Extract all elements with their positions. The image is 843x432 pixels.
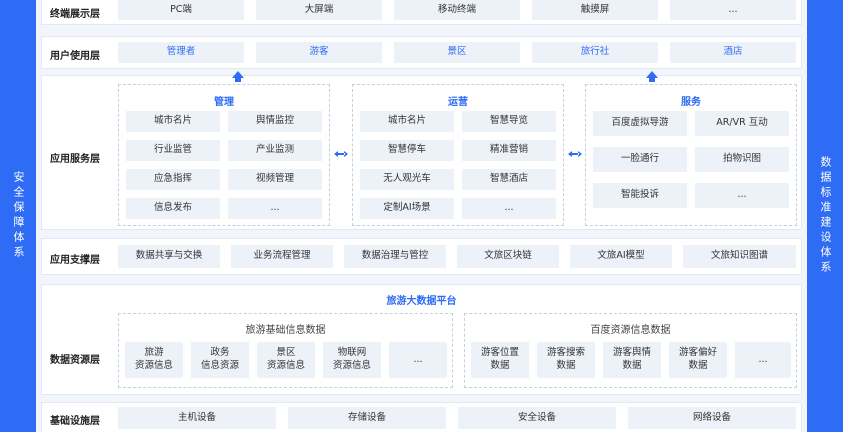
service-item: 视频管理 xyxy=(228,169,322,190)
security-system-bar: 安全保障体系 xyxy=(0,0,36,432)
service-item: 舆情监控 xyxy=(228,111,322,132)
terminal-item: 大屏端 xyxy=(256,0,382,20)
terminal-item: ... xyxy=(670,0,796,20)
support-item: 文旅区块链 xyxy=(457,245,559,268)
service-item: 无人观光车 xyxy=(360,169,454,190)
data-item: 政务 信息资源 xyxy=(191,342,249,378)
user-layer: 用户使用层 管理者 游客 景区 旅行社 酒店 xyxy=(41,36,802,69)
data-standard-system-bar: 数据标准建设体系 xyxy=(807,0,843,432)
service-item: ... xyxy=(695,183,789,208)
infrastructure-layer-label: 基础设施层 xyxy=(50,416,100,427)
data-item: 景区 资源信息 xyxy=(257,342,315,378)
service-item: 智慧酒店 xyxy=(462,169,556,190)
terminal-layer-label: 终端展示层 xyxy=(50,9,100,20)
app-service-layer-label: 应用服务层 xyxy=(50,154,100,165)
user-item: 景区 xyxy=(394,42,520,63)
terminal-item: PC端 xyxy=(118,0,244,20)
service-item: 应急指挥 xyxy=(126,169,220,190)
data-item: 物联网 资源信息 xyxy=(323,342,381,378)
service-item: ... xyxy=(228,198,322,219)
user-item: 游客 xyxy=(256,42,382,63)
infra-item: 网络设备 xyxy=(628,407,796,429)
terminal-item: 移动终端 xyxy=(394,0,520,20)
architecture-diagram: 终端展示层 PC端 大屏端 移动终端 触摸屏 ... 用户使用层 管理者 游客 … xyxy=(36,0,807,432)
data-item: ... xyxy=(389,342,447,378)
up-arrow-icon xyxy=(646,71,658,82)
service-item: 智慧导览 xyxy=(462,111,556,132)
baidu-resource-data-title: 百度资源信息数据 xyxy=(590,325,671,336)
support-item: 文旅AI模型 xyxy=(570,245,672,268)
data-item: 游客位置 数据 xyxy=(471,342,529,378)
service-item: 产业监测 xyxy=(228,140,322,161)
terminal-layer: 终端展示层 PC端 大屏端 移动终端 触摸屏 ... xyxy=(41,0,802,25)
operation-group-title: 运营 xyxy=(448,97,468,108)
bidirectional-arrow-icon xyxy=(568,151,582,157)
service-item: 精准营销 xyxy=(462,140,556,161)
security-system-label: 安全保障体系 xyxy=(12,171,25,261)
service-item: 一脸通行 xyxy=(593,147,687,172)
service-item: ... xyxy=(462,198,556,219)
data-standard-system-label: 数据标准建设体系 xyxy=(819,156,832,276)
terminal-item: 触摸屏 xyxy=(532,0,658,20)
user-item: 旅行社 xyxy=(532,42,658,63)
management-group-title: 管理 xyxy=(214,97,234,108)
service-item: 智慧停车 xyxy=(360,140,454,161)
service-item: 行业监管 xyxy=(126,140,220,161)
app-support-layer: 应用支撑层 数据共享与交换 业务流程管理 数据治理与管控 文旅区块链 文旅AI模… xyxy=(41,238,802,275)
tourism-basic-data-title: 旅游基础信息数据 xyxy=(245,325,326,336)
service-item: 百度虚拟导游 xyxy=(593,111,687,136)
app-service-layer: 应用服务层 管理 城市名片 舆情监控 行业监管 产业监测 应急指挥 视频管理 信… xyxy=(41,71,802,230)
infrastructure-layer: 基础设施层 主机设备 存储设备 安全设备 网络设备 xyxy=(41,402,802,432)
data-item: 游客偏好 数据 xyxy=(669,342,727,378)
big-data-platform-title: 旅游大数据平台 xyxy=(386,296,457,307)
data-item: 游客搜索 数据 xyxy=(537,342,595,378)
management-group: 管理 城市名片 舆情监控 行业监管 产业监测 应急指挥 视频管理 信息发布 ..… xyxy=(118,84,330,226)
service-item: 城市名片 xyxy=(126,111,220,132)
baidu-resource-data-group: 百度资源信息数据 游客位置 数据 游客搜索 数据 游客舆情 数据 游客偏好 数据… xyxy=(464,313,797,388)
support-item: 数据治理与管控 xyxy=(344,245,446,268)
infra-item: 存储设备 xyxy=(288,407,446,429)
data-resource-layer-label: 数据资源层 xyxy=(50,355,100,366)
bidirectional-arrow-icon xyxy=(334,151,348,157)
service-group-title: 服务 xyxy=(681,97,701,108)
user-item: 管理者 xyxy=(118,42,244,63)
support-item: 业务流程管理 xyxy=(231,245,333,268)
user-layer-label: 用户使用层 xyxy=(50,51,100,62)
data-resource-layer: 旅游大数据平台 数据资源层 旅游基础信息数据 旅游 资源信息 政务 信息资源 景… xyxy=(41,284,802,395)
user-item: 酒店 xyxy=(670,42,796,63)
infra-item: 安全设备 xyxy=(458,407,616,429)
service-item: 智能投诉 xyxy=(593,183,687,208)
service-item: 拍物识图 xyxy=(695,147,789,172)
service-item: 定制AI场景 xyxy=(360,198,454,219)
data-item: ... xyxy=(735,342,791,378)
service-item: 信息发布 xyxy=(126,198,220,219)
up-arrow-icon xyxy=(232,71,244,82)
support-item: 数据共享与交换 xyxy=(118,245,220,268)
infra-item: 主机设备 xyxy=(118,407,276,429)
app-support-layer-label: 应用支撑层 xyxy=(50,255,100,266)
operation-group: 运营 城市名片 智慧导览 智慧停车 精准营销 无人观光车 智慧酒店 定制AI场景… xyxy=(352,84,564,226)
tourism-basic-data-group: 旅游基础信息数据 旅游 资源信息 政务 信息资源 景区 资源信息 物联网 资源信… xyxy=(118,313,453,388)
data-item: 游客舆情 数据 xyxy=(603,342,661,378)
support-item: 文旅知识图谱 xyxy=(683,245,796,268)
service-group: 服务 百度虚拟导游 AR/VR 互动 一脸通行 拍物识图 智能投诉 ... xyxy=(585,84,797,226)
service-item: 城市名片 xyxy=(360,111,454,132)
service-item: AR/VR 互动 xyxy=(695,111,789,136)
data-item: 旅游 资源信息 xyxy=(125,342,183,378)
